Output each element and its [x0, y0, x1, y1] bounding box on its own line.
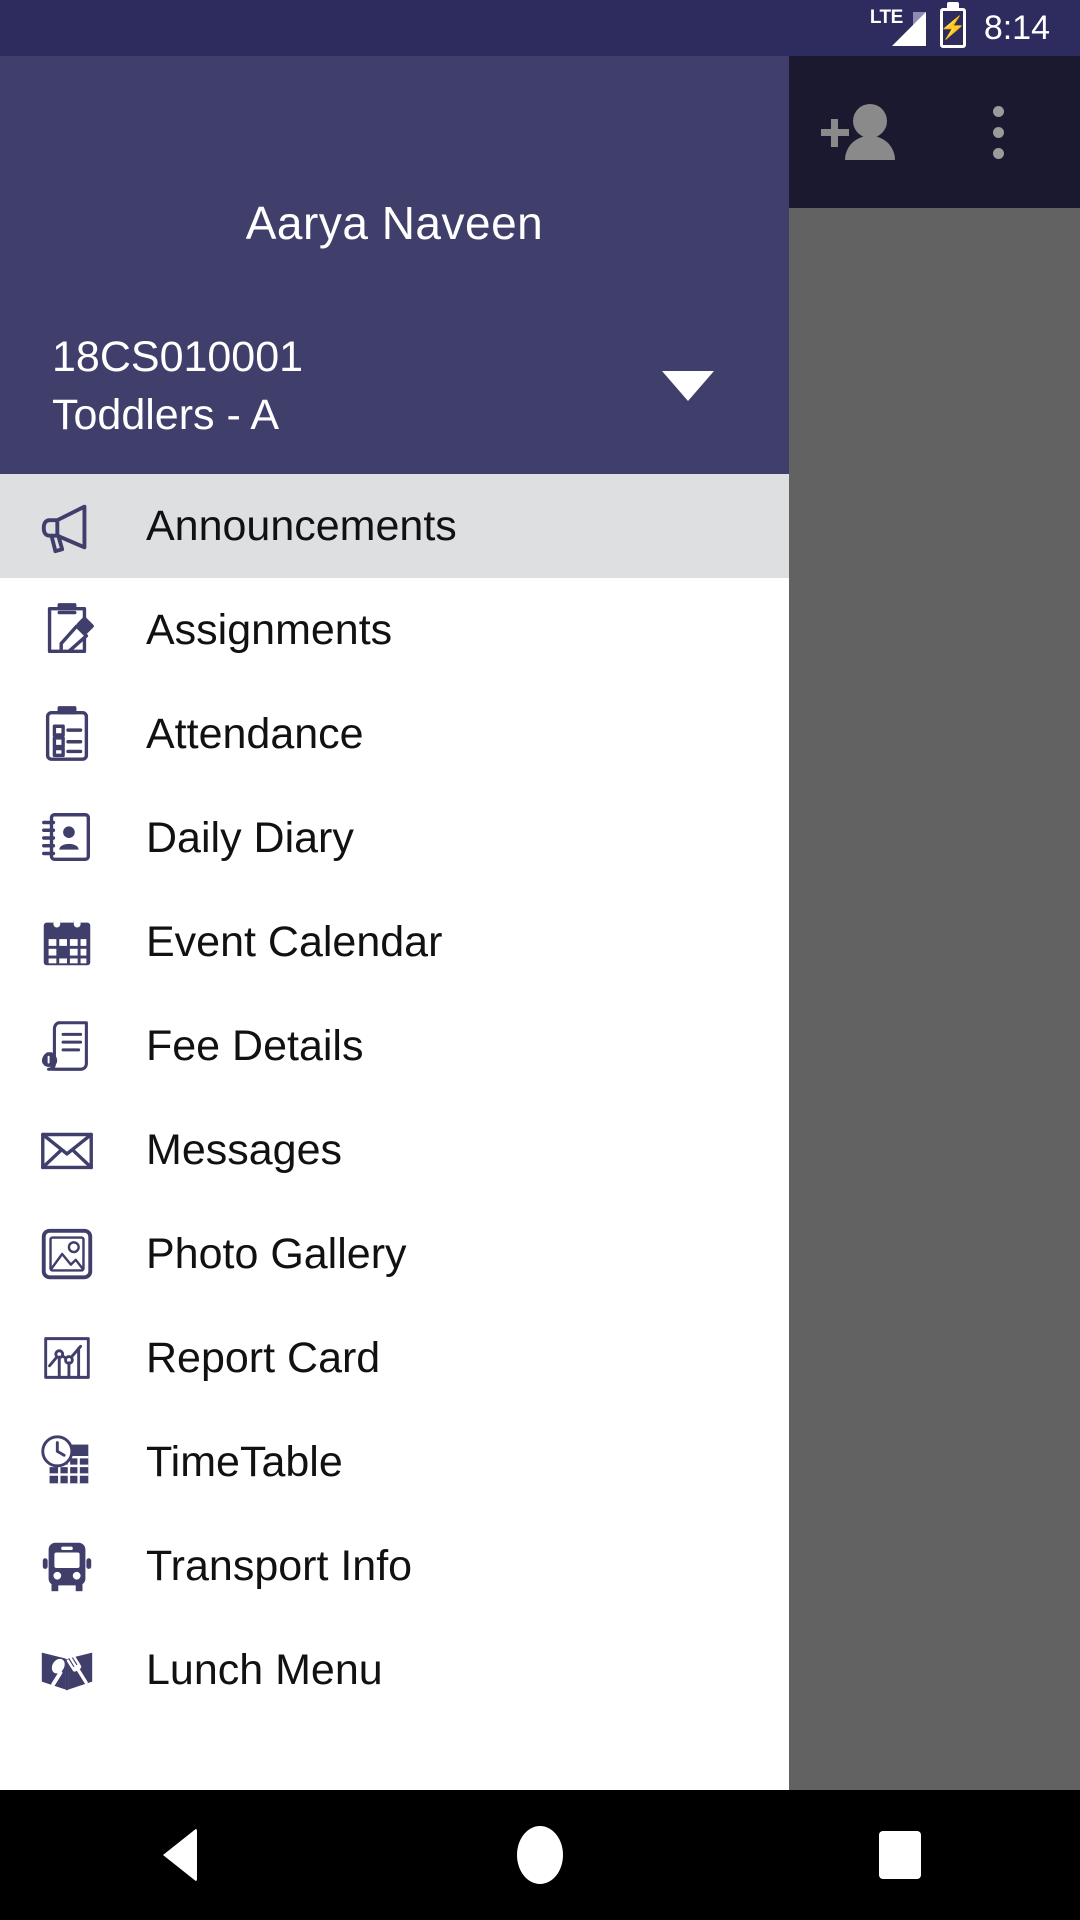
- status-bar: LTE ⚡ 8:14: [0, 0, 1080, 56]
- navigation-drawer: Aarya Naveen 18CS010001 Toddlers - A Ann…: [0, 56, 789, 1790]
- drawer-item-label: Attendance: [146, 709, 364, 758]
- drawer-item-label: Photo Gallery: [146, 1229, 407, 1278]
- clipboard-checklist-icon: [28, 695, 106, 773]
- photo-frame-icon: [28, 1215, 106, 1293]
- student-details: 18CS010001 Toddlers - A: [52, 331, 303, 441]
- status-bar-clock: 8:14: [983, 9, 1050, 47]
- clipboard-pencil-icon: [28, 591, 106, 669]
- contact-book-icon: [28, 799, 106, 877]
- drawer-item-attendance[interactable]: Attendance: [0, 682, 789, 786]
- recents-square-icon: [879, 1831, 921, 1879]
- drawer-item-label: Transport Info: [146, 1541, 413, 1590]
- drawer-menu-list: Announcements Assignments Attendance Dai…: [0, 474, 789, 1722]
- charging-bolt-glyph: ⚡: [939, 15, 967, 40]
- drawer-item-label: Daily Diary: [146, 813, 354, 862]
- drawer-item-label: Announcements: [146, 501, 457, 550]
- drawer-item-assignments[interactable]: Assignments: [0, 578, 789, 682]
- class-section: Toddlers - A: [52, 391, 280, 439]
- drawer-item-lunch-menu[interactable]: Lunch Menu: [0, 1618, 789, 1722]
- calendar-icon: [28, 903, 106, 981]
- drawer-item-report-card[interactable]: Report Card: [0, 1306, 789, 1410]
- drawer-item-label: TimeTable: [146, 1437, 343, 1486]
- drawer-item-fee-details[interactable]: Fee Details: [0, 994, 789, 1098]
- drawer-header: Aarya Naveen 18CS010001 Toddlers - A: [0, 56, 789, 474]
- drawer-item-messages[interactable]: Messages: [0, 1098, 789, 1202]
- menu-book-cutlery-icon: [28, 1631, 106, 1709]
- chart-report-icon: [28, 1319, 106, 1397]
- admission-number: 18CS010001: [52, 333, 304, 381]
- drawer-item-label: Lunch Menu: [146, 1645, 383, 1694]
- nav-home-button[interactable]: [460, 1790, 620, 1920]
- student-switcher[interactable]: 18CS010001 Toddlers - A: [52, 331, 742, 441]
- signal-bars-icon: LTE: [870, 7, 926, 49]
- drawer-item-transport-info[interactable]: Transport Info: [0, 1514, 789, 1618]
- bus-icon: [28, 1527, 106, 1605]
- android-navigation-bar: [0, 1790, 1080, 1920]
- drawer-item-photo-gallery[interactable]: Photo Gallery: [0, 1202, 789, 1306]
- drawer-item-label: Fee Details: [146, 1021, 364, 1070]
- more-vertical-icon: [992, 105, 1004, 159]
- add-person-icon: [821, 104, 895, 160]
- megaphone-icon: [28, 487, 106, 565]
- add-person-button[interactable]: [810, 84, 906, 180]
- drawer-item-label: Event Calendar: [146, 917, 443, 966]
- nav-recents-button[interactable]: [820, 1790, 980, 1920]
- drawer-item-timetable[interactable]: TimeTable: [0, 1410, 789, 1514]
- nav-back-button[interactable]: [100, 1790, 260, 1920]
- clock-grid-icon: [28, 1423, 106, 1501]
- chevron-down-icon[interactable]: [662, 371, 714, 401]
- drawer-item-announcements[interactable]: Announcements: [0, 474, 789, 578]
- student-name: Aarya Naveen: [245, 197, 544, 249]
- invoice-money-icon: [28, 1007, 106, 1085]
- signal-bar-filled: [891, 12, 926, 46]
- drawer-item-label: Messages: [146, 1125, 342, 1174]
- envelope-icon: [28, 1111, 106, 1189]
- battery-charging-icon: ⚡: [939, 8, 967, 48]
- status-bar-icons: LTE ⚡ 8:14: [870, 7, 1050, 49]
- drawer-item-event-calendar[interactable]: Event Calendar: [0, 890, 789, 994]
- back-triangle-icon: [163, 1828, 197, 1882]
- home-circle-icon: [517, 1826, 563, 1884]
- drawer-item-daily-diary[interactable]: Daily Diary: [0, 786, 789, 890]
- overflow-menu-button[interactable]: [950, 84, 1046, 180]
- drawer-item-label: Assignments: [146, 605, 393, 654]
- phone-screen: LTE ⚡ 8:14 Aarya Naveen 18CS010001 Toddl…: [0, 0, 1080, 1920]
- drawer-item-label: Report Card: [146, 1333, 381, 1382]
